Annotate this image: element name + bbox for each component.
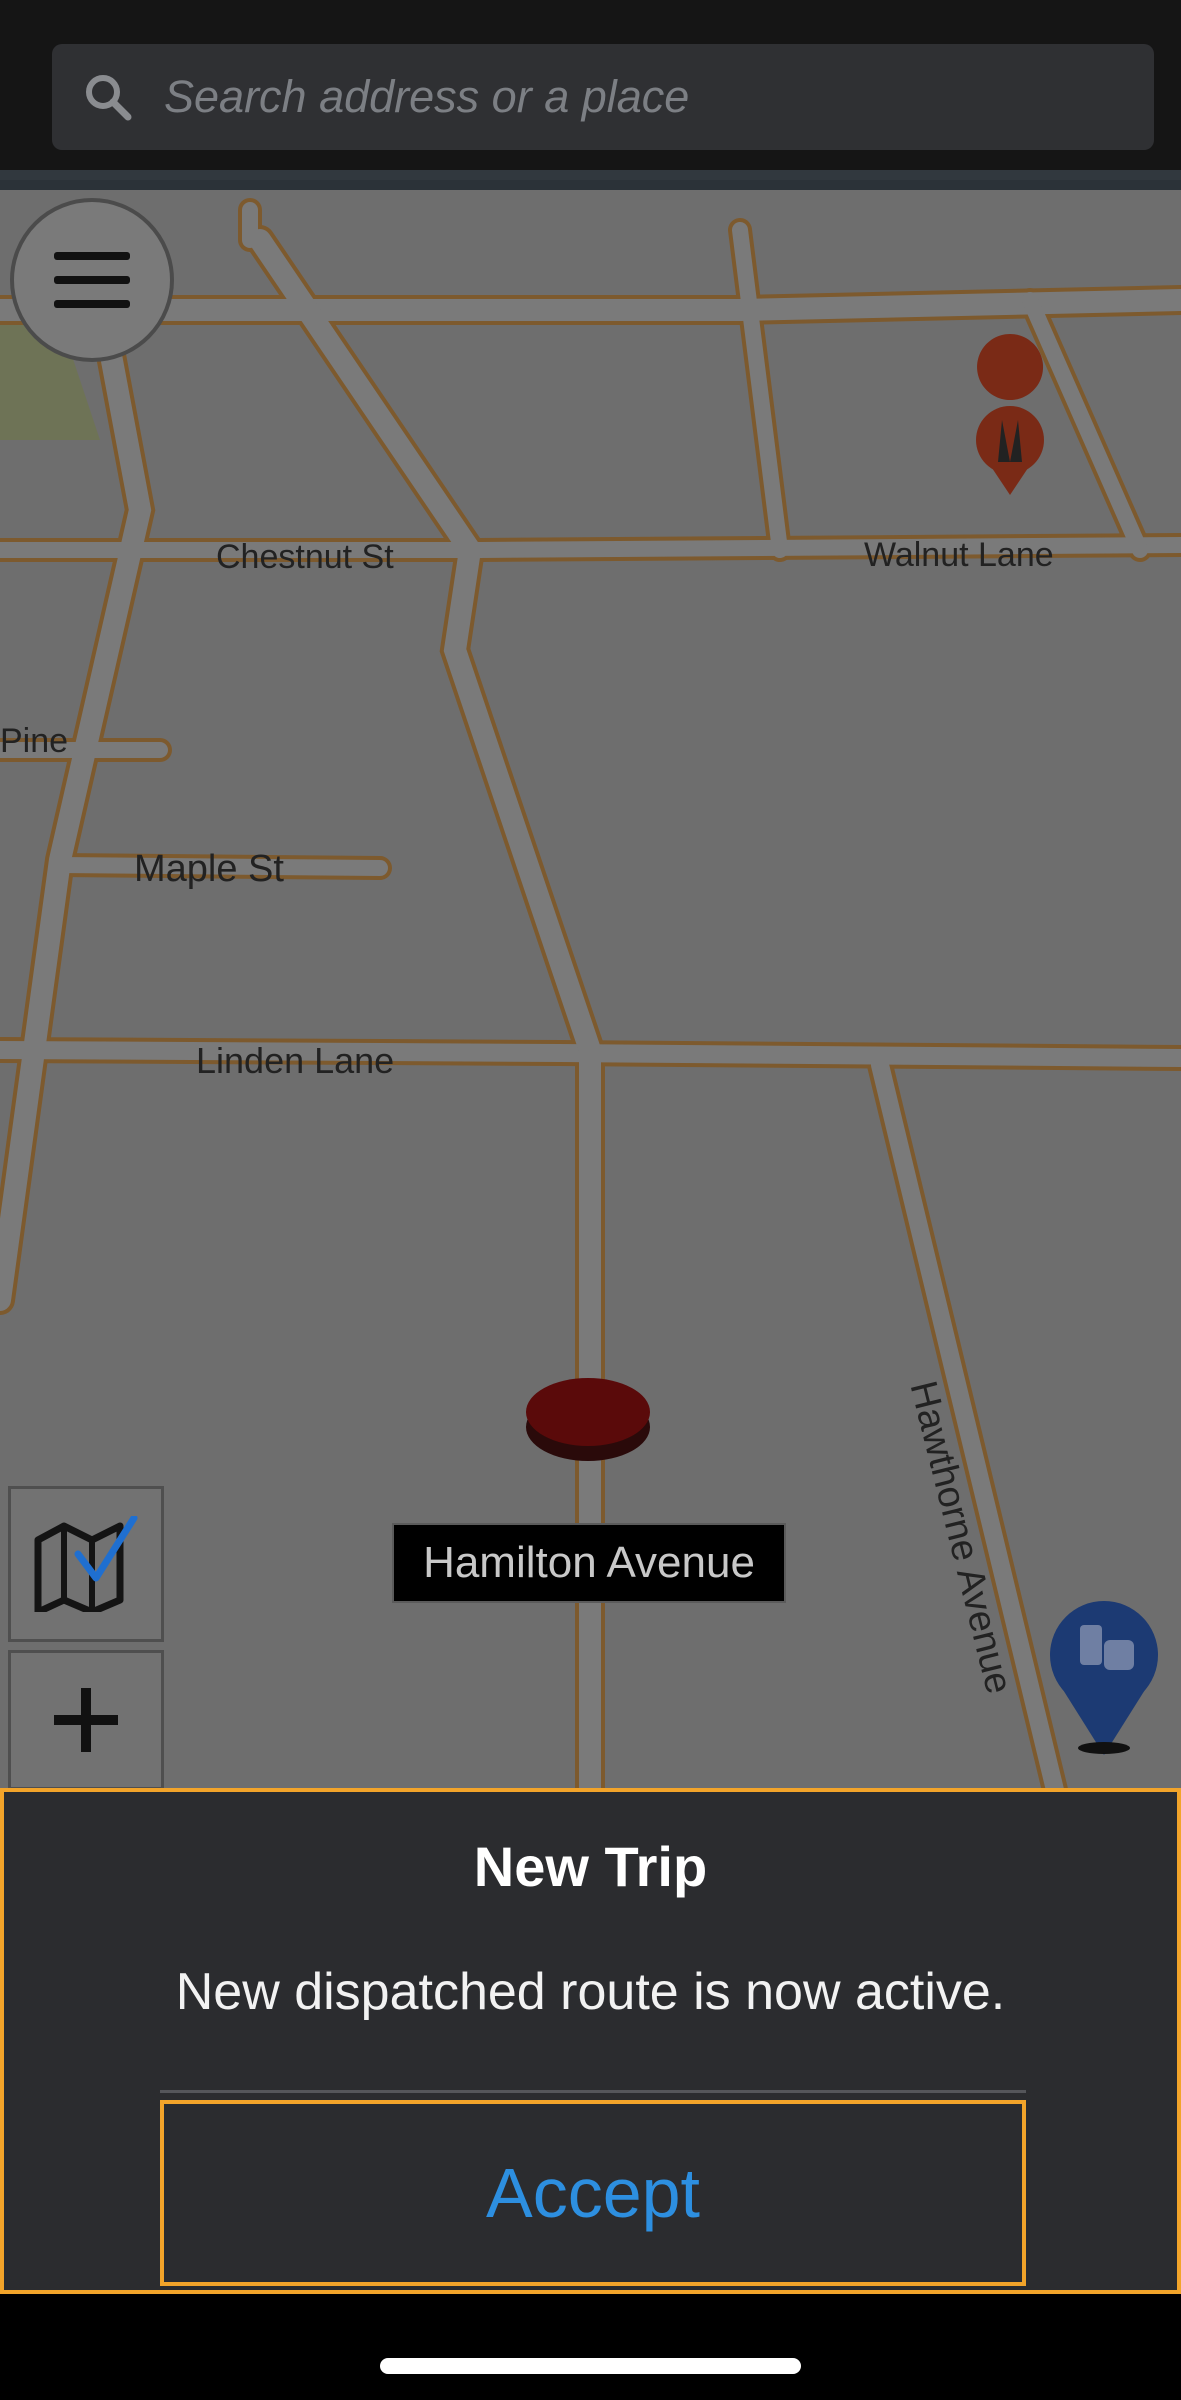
street-label-linden: Linden Lane	[196, 1040, 395, 1081]
street-label-chestnut: Chestnut St	[216, 538, 394, 576]
map-check-icon	[34, 1516, 138, 1612]
vehicle-position-icon	[526, 1378, 650, 1461]
street-label-walnut: Walnut Lane	[864, 536, 1054, 574]
menu-button[interactable]	[10, 198, 174, 362]
dialog-divider	[160, 2090, 1026, 2093]
street-label-maple: Maple St	[134, 848, 284, 890]
zoom-in-button[interactable]	[8, 1650, 164, 1790]
dialog-title: New Trip	[473, 1835, 708, 1898]
new-trip-dialog: New Trip New dispatched route is now act…	[0, 1788, 1181, 2294]
search-bar[interactable]: Search address or a place	[52, 44, 1154, 150]
search-icon	[86, 75, 132, 121]
search-input[interactable]: Search address or a place	[164, 71, 689, 123]
menu-icon	[54, 252, 130, 308]
current-street-label: Hamilton Avenue	[392, 1523, 786, 1603]
home-indicator[interactable]	[380, 2358, 801, 2374]
map-options-button[interactable]	[8, 1486, 164, 1642]
street-label-pine: Pine	[0, 722, 69, 760]
accept-button[interactable]: Accept	[160, 2100, 1026, 2286]
plus-icon	[54, 1688, 118, 1752]
dialog-message: New dispatched route is now active.	[175, 1963, 1006, 2021]
